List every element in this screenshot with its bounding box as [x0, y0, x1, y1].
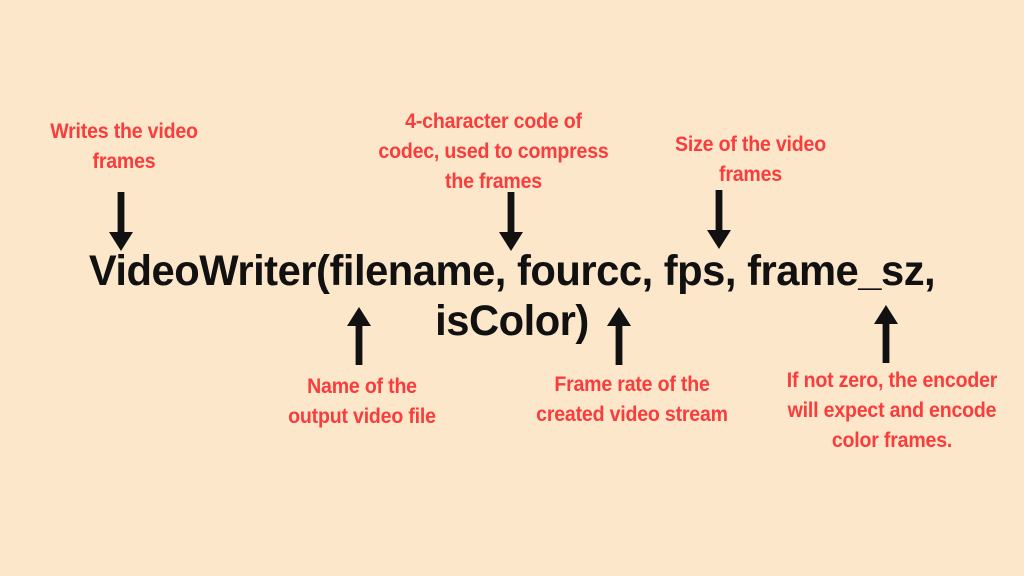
- annotation-frame-sz-description: Size of the video frames: [675, 133, 826, 186]
- arrow-down-to-videowriter-icon: [107, 192, 135, 252]
- arrow-up-to-iscolor-icon: [872, 304, 900, 364]
- annotation-iscolor-description: If not zero, the encoder will expect and…: [786, 369, 998, 452]
- arrow-down-to-frame-sz-icon: [705, 190, 733, 250]
- annotation-writes-the-video-frames: Writes the video frames: [50, 120, 198, 173]
- function-signature: VideoWriter(filename, fourcc, fps, frame…: [88, 247, 936, 345]
- annotation-fps-description: Frame rate of the created video stream: [536, 373, 728, 426]
- arrow-down-to-fourcc-icon: [497, 192, 525, 252]
- annotation-filename-description: Name of the output video file: [288, 375, 436, 428]
- arrow-up-to-filename-icon: [345, 306, 373, 366]
- diagram-canvas: Writes the video frames 4-character code…: [0, 0, 1024, 576]
- annotation-fourcc-description: 4-character code of codec, used to compr…: [378, 110, 609, 193]
- arrow-up-to-fps-icon: [605, 306, 633, 366]
